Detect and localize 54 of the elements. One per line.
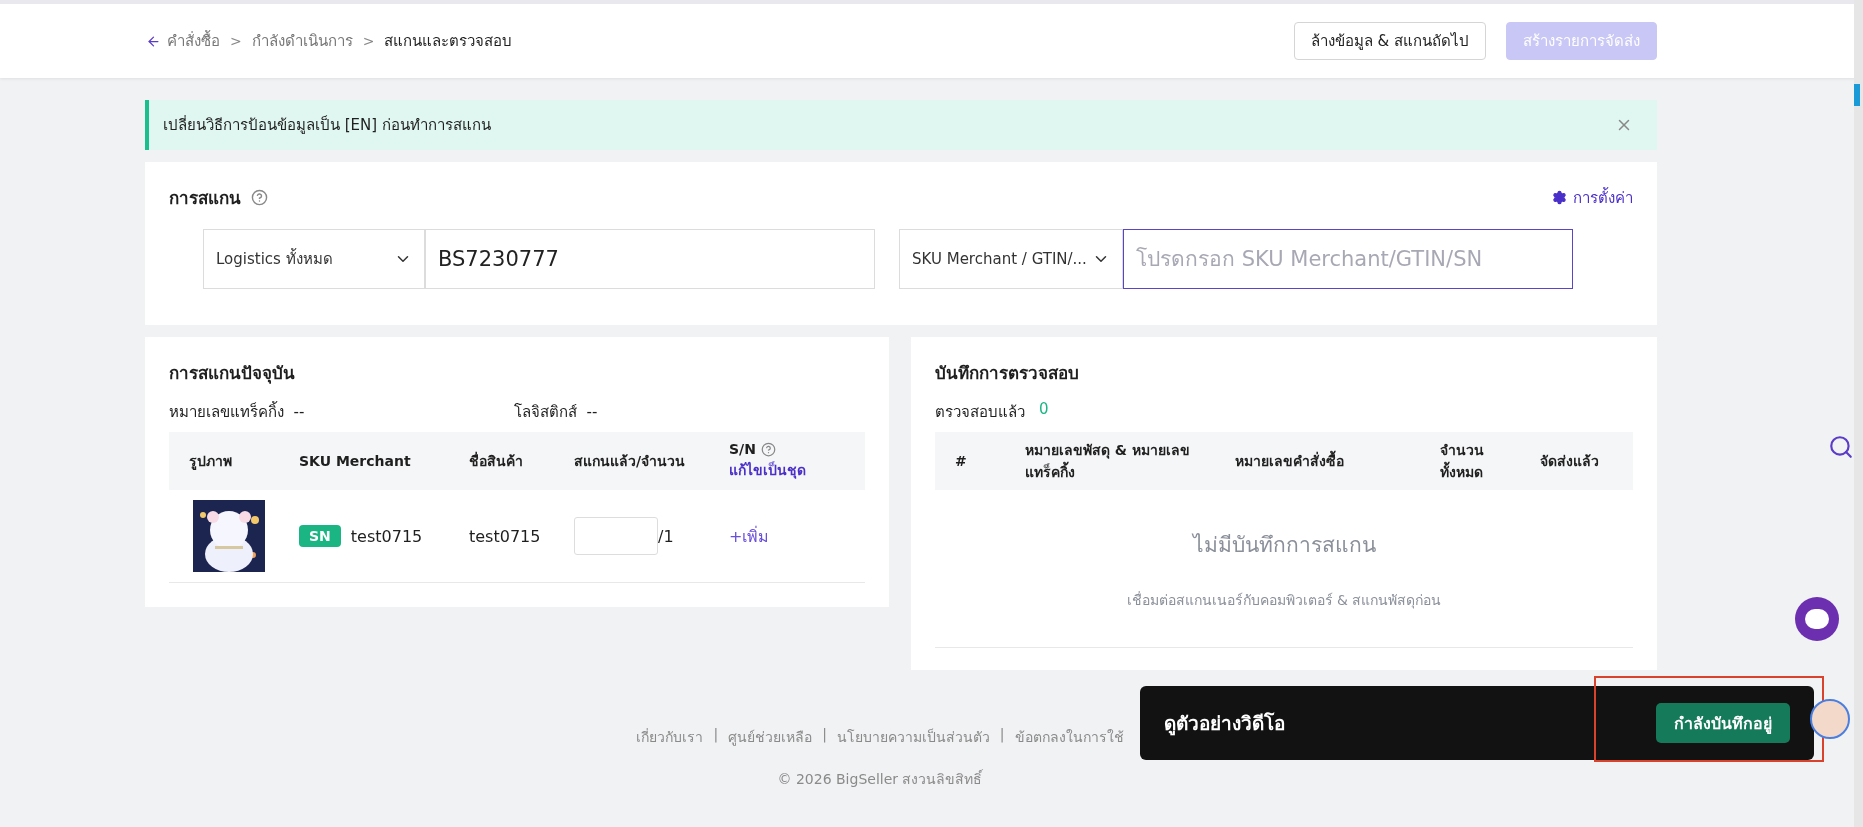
info-text: โลจิสติกส์ -- <box>514 402 599 423</box>
section-title: การสแกนปัจจุบัน <box>169 363 295 383</box>
column-header: ชื่อสินค้า <box>468 450 524 471</box>
empty-hint: เชื่อมต่อสแกนเนอร์กับคอมพิวเตอร์ & สแกนพัสดุก่อน <box>1126 590 1442 611</box>
tracking-input[interactable]: BS7230777 <box>425 229 875 289</box>
column-header: สแกนแล้ว/จำนวน <box>573 452 687 471</box>
table-cell: test0715 <box>350 526 423 546</box>
footer-link[interactable]: เกี่ยวกับเรา <box>636 726 704 748</box>
header-button[interactable]: ล้างข้อมูล & สแกนถัดไป <box>1293 22 1486 60</box>
column-header: รูปภาพ <box>188 452 233 472</box>
table-cell: /1 <box>658 526 674 546</box>
footer-divider: | <box>713 726 719 745</box>
footer-divider: | <box>822 726 827 745</box>
breadcrumb-link[interactable]: คำสั่งซื้อ <box>146 29 220 53</box>
avatar[interactable] <box>1810 699 1850 739</box>
add-link[interactable]: +เพิ่ม <box>717 523 857 549</box>
column-header: หมายเลขพัสดุ & หมายเลขแทร็คกิ้ง <box>1024 441 1191 482</box>
logistics-select[interactable]: Logistics ทั้งหมด <box>203 229 425 289</box>
footer-link[interactable]: นโยบายความเป็นส่วนตัว <box>836 726 990 748</box>
column-header: # <box>954 453 968 469</box>
copyright-text: © 2026 BigSeller สงวนลิขสิทธิ์ <box>777 768 983 789</box>
batch-edit-link[interactable]: แก้ไขเป็นชุด <box>729 459 845 481</box>
checked-label: ตรวจสอบแล้ว <box>935 402 1025 423</box>
quantity-input[interactable] <box>574 517 658 555</box>
section-title: บันทึกการตรวจสอบ <box>935 363 1079 383</box>
footer-divider: | <box>999 726 1005 745</box>
gear-icon <box>1552 190 1567 205</box>
settings-link[interactable]: การตั้งค่า <box>1552 185 1633 210</box>
column-header: หมายเลขคำสั่งซื้อ <box>1223 450 1428 472</box>
section-title: การสแกน <box>169 187 241 210</box>
help-icon <box>760 441 776 457</box>
breadcrumb-separator: > <box>362 33 375 49</box>
breadcrumb-link[interactable]: กำลังดำเนินการ <box>251 29 353 53</box>
page-title: สแกนและตรวจสอบ <box>384 31 513 52</box>
column-header: จัดส่งแล้ว <box>1539 452 1600 471</box>
table-cell-text: test0715 <box>468 526 542 546</box>
search-icon <box>1828 434 1854 460</box>
sn-badge: SN <box>299 525 341 547</box>
column-header: S/N <box>729 441 756 457</box>
sku-type-select[interactable]: SKU Merchant / GTIN/... <box>899 229 1123 289</box>
column-header: SKU Merchant <box>298 453 412 469</box>
toast-text: ดูตัวอย่างวิดีโอ <box>1164 711 1285 738</box>
help-icon <box>251 189 268 206</box>
info-text: หมายเลขแทร็คกิ้ง -- <box>169 400 306 423</box>
alert-text: เปลี่ยนวิธีการป้อนข้อมูลเป็น [EN] ก่อนทำการสแกน <box>163 114 491 136</box>
breadcrumb-separator: > <box>230 33 242 49</box>
empty-title: ไม่มีบันทึกการสแกน <box>1192 532 1376 559</box>
sku-input[interactable]: โปรดกรอก SKU Merchant/GTIN/SN <box>1123 229 1573 289</box>
footer-link[interactable]: ข้อตกลงในการใช้ <box>1014 726 1124 748</box>
checked-count: 0 <box>1039 400 1049 420</box>
recording-button[interactable]: กำลังบันทึกอยู่ <box>1656 703 1790 743</box>
column-header: จำนวนทั้งหมด <box>1439 441 1485 482</box>
footer-link[interactable]: ศูนย์ช่วยเหลือ <box>728 726 813 748</box>
chat-button[interactable] <box>1795 597 1839 641</box>
